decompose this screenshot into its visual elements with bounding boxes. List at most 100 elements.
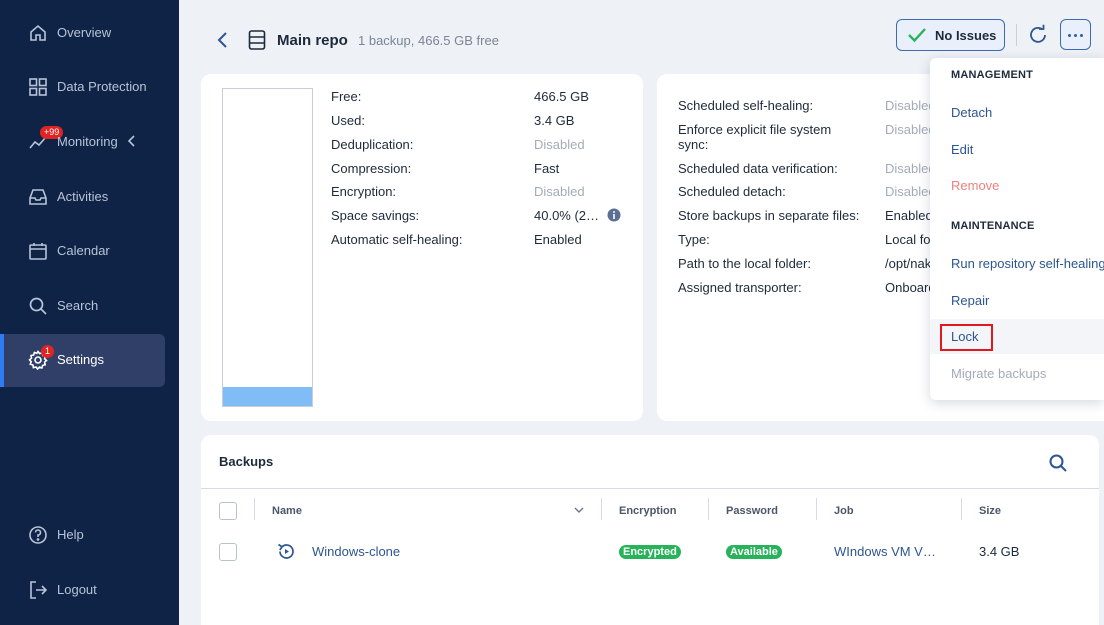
more-actions-button[interactable] xyxy=(1060,19,1091,50)
sidebar-item-label: Calendar xyxy=(57,243,110,258)
column-divider xyxy=(961,498,962,520)
detail-value: Local fo xyxy=(885,232,931,247)
menu-item-run-self-healing[interactable]: Run repository self-healing xyxy=(930,246,1104,281)
grid-icon xyxy=(28,77,48,97)
page-title: Main repo xyxy=(277,32,348,49)
menu-item-repair[interactable]: Repair xyxy=(930,283,1104,318)
column-header-size[interactable]: Size xyxy=(979,505,1001,517)
detail-label: Store backups in separate files: xyxy=(678,208,860,223)
actions-dropdown-menu: MANAGEMENT Detach Edit Remove MAINTENANC… xyxy=(930,58,1104,400)
detail-label: Deduplication: xyxy=(331,137,414,152)
column-divider xyxy=(254,498,255,520)
job-link[interactable]: WIndows VM V… xyxy=(834,544,936,559)
sidebar: Overview Data Protection +99 Monitoring … xyxy=(0,0,179,625)
menu-item-label: Lock xyxy=(951,329,979,344)
menu-item-label: Repair xyxy=(951,293,990,308)
detail-label: Scheduled data verification: xyxy=(678,161,838,176)
detail-value: Fast xyxy=(534,161,560,176)
menu-item-detach[interactable]: Detach xyxy=(930,95,1104,130)
sidebar-item-label: Data Protection xyxy=(57,79,147,94)
column-divider xyxy=(708,498,709,520)
logout-icon xyxy=(28,580,48,600)
password-badge: Available xyxy=(726,545,782,559)
sidebar-item-label: Activities xyxy=(57,189,109,204)
sidebar-item-label: Monitoring xyxy=(57,134,118,149)
menu-item-label: Remove xyxy=(951,178,1000,193)
detail-value: 3.4 GB xyxy=(534,113,575,128)
sidebar-item-settings[interactable]: 1 Settings xyxy=(0,334,165,387)
sidebar-item-monitoring[interactable]: +99 Monitoring xyxy=(0,121,179,161)
detail-label: Scheduled self-healing: xyxy=(678,98,814,113)
detail-label: Used: xyxy=(331,113,365,128)
column-divider xyxy=(601,498,602,520)
sidebar-item-activities[interactable]: Activities xyxy=(0,176,179,216)
menu-item-label: Migrate backups xyxy=(951,366,1047,381)
sidebar-item-label: Search xyxy=(57,298,99,313)
storage-usage-bar xyxy=(222,88,313,407)
sidebar-item-data-protection[interactable]: Data Protection xyxy=(0,66,179,106)
chevron-down-icon[interactable] xyxy=(574,506,584,514)
back-button[interactable] xyxy=(214,30,232,50)
backup-size: 3.4 GB xyxy=(979,544,1020,559)
info-icon[interactable] xyxy=(607,208,621,222)
detail-label: Assigned transporter: xyxy=(678,280,802,295)
help-icon xyxy=(28,525,48,545)
backups-title: Backups xyxy=(219,454,274,469)
sidebar-item-label: Settings xyxy=(57,352,104,367)
detail-label: Scheduled detach: xyxy=(678,184,786,199)
select-all-checkbox[interactable] xyxy=(219,502,237,520)
sidebar-item-calendar[interactable]: Calendar xyxy=(0,230,179,270)
menu-item-lock[interactable]: Lock xyxy=(930,319,1104,354)
refresh-button[interactable] xyxy=(1027,24,1049,46)
row-checkbox[interactable] xyxy=(219,543,237,561)
sidebar-item-label: Help xyxy=(57,527,84,542)
menu-item-label: Detach xyxy=(951,105,993,120)
encryption-badge: Encrypted xyxy=(619,545,681,559)
backup-name-link[interactable]: Windows-clone xyxy=(312,544,400,559)
column-header-job[interactable]: Job xyxy=(834,505,854,517)
status-button[interactable]: No Issues xyxy=(896,19,1005,51)
menu-item-migrate-backups: Migrate backups xyxy=(930,356,1104,391)
column-header-password[interactable]: Password xyxy=(726,505,778,517)
settings-badge: 1 xyxy=(41,345,55,358)
detail-value: Onboard xyxy=(885,280,936,295)
menu-item-remove[interactable]: Remove xyxy=(930,168,1104,203)
sidebar-item-overview[interactable]: Overview xyxy=(0,12,179,52)
table-search-button[interactable] xyxy=(1048,453,1068,473)
menu-item-label: Edit xyxy=(951,142,974,157)
calendar-icon xyxy=(28,241,48,261)
detail-label: Type: xyxy=(678,232,710,247)
detail-value: Enabled xyxy=(534,232,582,247)
sidebar-item-search[interactable]: Search xyxy=(0,285,179,325)
page-subtitle: 1 backup, 466.5 GB free xyxy=(358,33,499,48)
column-divider xyxy=(816,498,817,520)
status-label: No Issues xyxy=(935,28,997,43)
backups-card xyxy=(201,435,1099,625)
detail-label: Enforce explicit file system xyxy=(678,122,832,137)
inbox-icon xyxy=(28,187,48,207)
detail-label: Free: xyxy=(331,89,362,104)
storage-usage-fill xyxy=(223,386,312,406)
header-divider xyxy=(1016,24,1017,46)
repository-icon xyxy=(248,30,266,50)
sidebar-item-label: Overview xyxy=(57,25,112,40)
chevron-left-icon xyxy=(128,135,135,147)
column-header-encryption[interactable]: Encryption xyxy=(619,505,676,517)
search-icon xyxy=(28,296,48,316)
detail-label: Compression: xyxy=(331,161,412,176)
menu-item-edit[interactable]: Edit xyxy=(930,132,1104,167)
restore-backup-icon xyxy=(278,543,294,559)
column-header-name[interactable]: Name xyxy=(272,505,302,517)
home-icon xyxy=(28,23,48,43)
dot-icon xyxy=(1080,34,1083,37)
sidebar-item-logout[interactable]: Logout xyxy=(0,569,179,609)
sidebar-item-help[interactable]: Help xyxy=(0,514,179,554)
detail-label: Encryption: xyxy=(331,184,397,199)
table-header-divider xyxy=(201,488,1099,489)
check-icon xyxy=(908,28,926,43)
detail-value: Disabled xyxy=(885,161,936,176)
detail-value: Disabled xyxy=(534,184,585,199)
detail-value: Disabled xyxy=(885,122,936,137)
detail-value: 466.5 GB xyxy=(534,89,589,104)
detail-label: Space savings: xyxy=(331,208,420,223)
